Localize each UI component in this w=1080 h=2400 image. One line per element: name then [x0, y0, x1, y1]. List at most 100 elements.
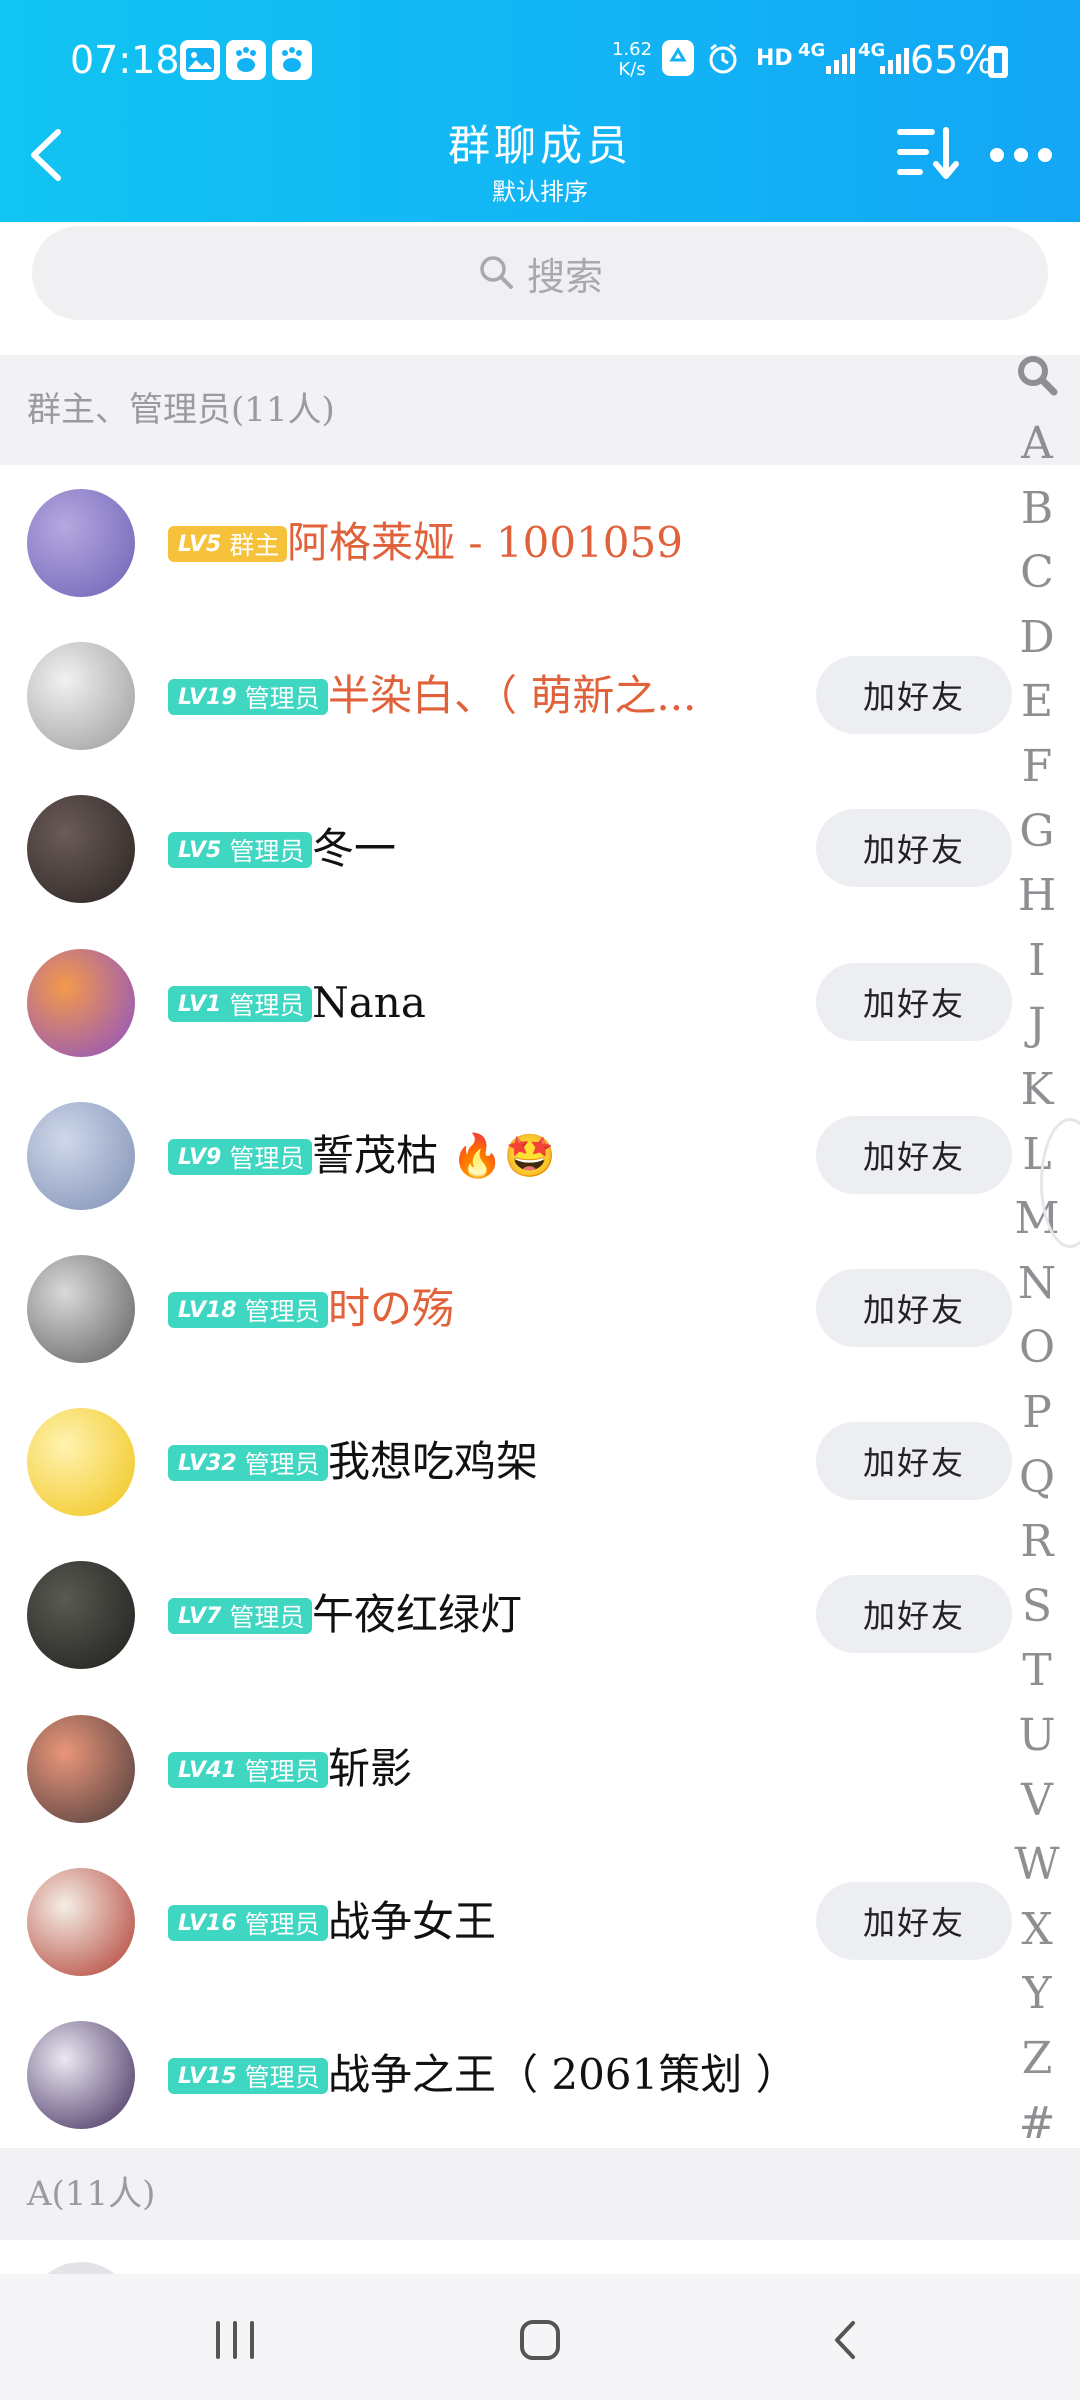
member-row[interactable]: LV5 管理员 冬一 加好友	[0, 771, 1012, 924]
avatar[interactable]	[27, 1255, 135, 1363]
level-label: LV5	[178, 531, 222, 557]
avatar[interactable]	[27, 949, 135, 1057]
index-letter[interactable]: O	[1010, 1322, 1064, 1373]
admin-badge: LV7 管理员	[168, 1598, 313, 1634]
member-name: 午夜红绿灯	[312, 1590, 523, 1639]
index-letter[interactable]: A	[1010, 418, 1064, 469]
admin-badge: LV5 管理员	[168, 832, 313, 868]
level-label: LV16	[178, 1910, 237, 1936]
avatar[interactable]	[27, 1868, 135, 1976]
index-letter[interactable]: S	[1010, 1581, 1064, 1632]
home-button[interactable]	[505, 2310, 575, 2370]
level-label: LV18	[178, 1297, 237, 1323]
level-label: LV41	[178, 1757, 237, 1783]
index-letter[interactable]: B	[1010, 483, 1064, 534]
member-row[interactable]: LV32 管理员 我想吃鸡架 加好友	[0, 1384, 1012, 1537]
add-friend-button[interactable]: 加好友	[816, 963, 1012, 1041]
add-friend-button[interactable]: 加好友	[816, 1422, 1012, 1500]
avatar[interactable]	[27, 489, 135, 597]
add-friend-button[interactable]: 加好友	[816, 656, 1012, 734]
index-letter[interactable]: G	[1010, 806, 1064, 857]
index-letter[interactable]: N	[1010, 1258, 1064, 1309]
index-letter[interactable]: X	[1010, 1904, 1064, 1955]
index-letter[interactable]: Q	[1010, 1452, 1064, 1503]
recent-apps-button[interactable]	[200, 2310, 270, 2370]
member-row[interactable]: LV19 管理员 半染白、（ 萌新之... 加好友	[0, 618, 1012, 771]
dot	[1014, 148, 1028, 162]
member-row[interactable]: LV9 管理员 誓茂枯 🔥🤩 加好友	[0, 1078, 1012, 1231]
member-row[interactable]: LV15 管理员 战争之王（ 2061策划 ）	[0, 1997, 1010, 2150]
role-label: 管理员	[244, 1910, 320, 1939]
admin-badge: LV15 管理员	[168, 2058, 328, 2094]
role-label: 管理员	[229, 837, 305, 866]
level-label: LV7	[178, 1603, 222, 1629]
alarm-icon	[706, 42, 740, 80]
role-label: 管理员	[244, 2063, 320, 2092]
member-row[interactable]: LV1 管理员 Nana 加好友	[0, 925, 1012, 1078]
battery-icon	[988, 46, 1008, 78]
level-label: LV9	[178, 1144, 222, 1170]
member-row[interactable]: LV7 管理员 午夜红绿灯 加好友	[0, 1537, 1012, 1690]
role-label: 管理员	[244, 1450, 320, 1479]
index-letter[interactable]: H	[1010, 870, 1064, 921]
index-letter[interactable]: P	[1010, 1387, 1064, 1438]
add-friend-button[interactable]: 加好友	[816, 809, 1012, 887]
admin-badge: LV19 管理员	[168, 679, 328, 715]
member-row[interactable]: LV16 管理员 战争女王 加好友	[0, 1844, 1012, 1997]
role-label: 管理员	[244, 1757, 320, 1786]
signal-icon-2	[880, 42, 909, 74]
member-row[interactable]: LV41 管理员 斩影	[0, 1691, 1010, 1844]
role-label: 群主	[229, 531, 280, 560]
index-letter[interactable]: E	[1010, 676, 1064, 727]
role-label: 管理员	[244, 684, 320, 713]
avatar[interactable]	[27, 1408, 135, 1516]
index-letter[interactable]: V	[1010, 1775, 1064, 1826]
index-letter[interactable]: K	[1010, 1064, 1064, 1115]
add-friend-button[interactable]: 加好友	[816, 1116, 1012, 1194]
member-name: 时の殇	[328, 1284, 455, 1333]
lte-label: 4G	[798, 40, 826, 61]
back-nav-button[interactable]	[810, 2310, 880, 2370]
member-row[interactable]: LV5 群主 阿格莱娅 - 1001059	[0, 465, 1010, 618]
index-letter[interactable]: T	[1010, 1645, 1064, 1696]
search-input[interactable]: 搜索	[32, 226, 1048, 320]
member-name: 誓茂枯 🔥🤩	[312, 1131, 556, 1180]
avatar[interactable]	[27, 1561, 135, 1669]
level-label: LV1	[178, 991, 222, 1017]
sort-button[interactable]	[896, 124, 960, 184]
index-letter[interactable]: I	[1010, 935, 1064, 986]
member-name: 我想吃鸡架	[328, 1437, 539, 1486]
admin-badge: LV1 管理员	[168, 986, 313, 1022]
avatar[interactable]	[27, 1715, 135, 1823]
more-button[interactable]	[990, 140, 1052, 170]
index-letter[interactable]: R	[1010, 1516, 1064, 1567]
add-friend-button[interactable]: 加好友	[816, 1575, 1012, 1653]
net-speed-unit: K/s	[618, 59, 646, 80]
index-letter[interactable]: J	[1010, 999, 1064, 1050]
index-letter[interactable]: F	[1010, 741, 1064, 792]
add-friend-button[interactable]: 加好友	[816, 1269, 1012, 1347]
member-name: 战争女王	[328, 1897, 497, 1946]
index-letter[interactable]: Y	[1010, 1968, 1064, 2019]
role-label: 管理员	[229, 1603, 305, 1632]
index-letter[interactable]: W	[1010, 1839, 1064, 1890]
index-letter[interactable]: D	[1010, 612, 1064, 663]
index-search-icon[interactable]	[1014, 352, 1060, 398]
avatar[interactable]	[27, 795, 135, 903]
index-letter[interactable]: Z	[1010, 2033, 1064, 2084]
hd-label: HD	[756, 46, 793, 71]
index-letter[interactable]: U	[1010, 1710, 1064, 1761]
member-row[interactable]: LV18 管理员 时の殇 加好友	[0, 1231, 1012, 1384]
avatar[interactable]	[27, 642, 135, 750]
add-friend-button[interactable]: 加好友	[816, 1882, 1012, 1960]
search-area: 搜索	[0, 222, 1080, 354]
home-icon	[520, 2320, 560, 2360]
member-name: 半染白、（ 萌新之...	[328, 671, 697, 720]
avatar[interactable]	[27, 1102, 135, 1210]
avatar[interactable]	[27, 2021, 135, 2129]
index-letter[interactable]: #	[1010, 2098, 1064, 2149]
admin-badge: LV41 管理员	[168, 1752, 328, 1788]
index-letter[interactable]: C	[1010, 547, 1064, 598]
role-label: 管理员	[244, 1297, 320, 1326]
net-speed: 1.62 K/s	[612, 40, 652, 80]
